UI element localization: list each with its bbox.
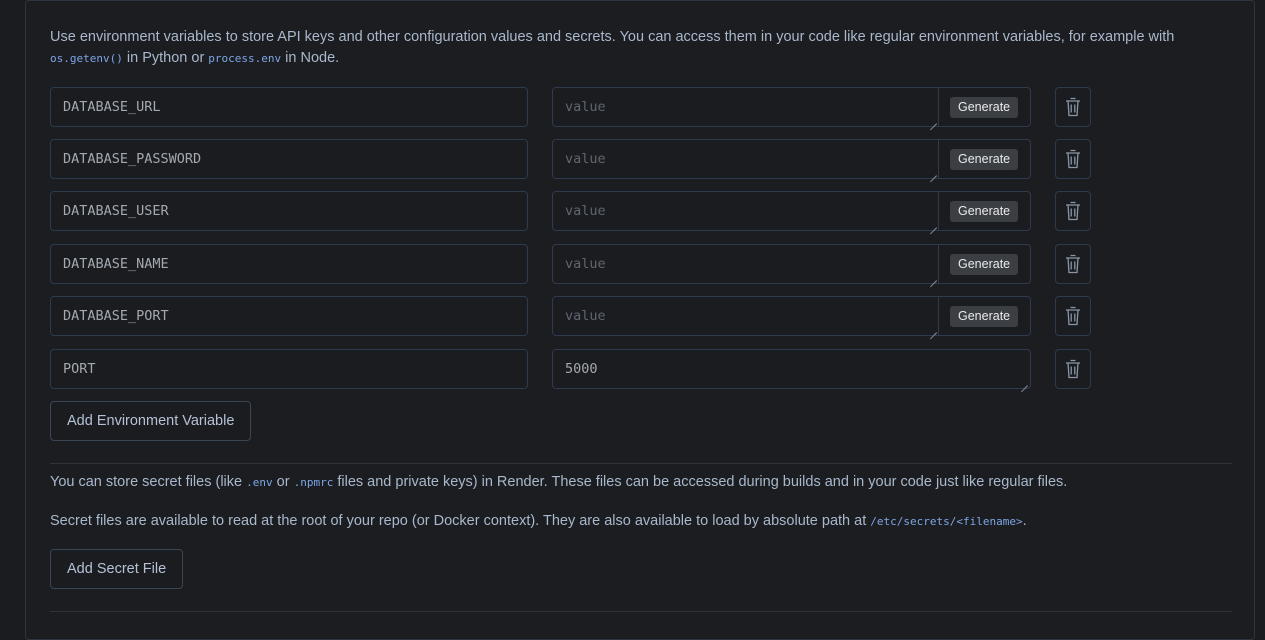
resize-handle-icon[interactable]: [930, 274, 937, 281]
env-key-input[interactable]: [50, 139, 528, 179]
env-value-input[interactable]: [553, 350, 1030, 388]
env-key-input[interactable]: [50, 296, 528, 336]
resize-handle-icon[interactable]: [930, 169, 937, 176]
env-value-field: Generate: [552, 244, 1031, 284]
code-npmrc: .npmrc: [293, 476, 334, 489]
secret-text: You can store secret files (like: [50, 474, 247, 490]
env-value-input[interactable]: [553, 297, 939, 335]
env-key-input[interactable]: [50, 349, 528, 389]
delete-env-var-button[interactable]: [1055, 87, 1091, 127]
resize-handle-icon[interactable]: [930, 326, 937, 333]
delete-env-var-button[interactable]: [1055, 244, 1091, 284]
add-secret-file-button[interactable]: Add Secret File: [50, 549, 184, 589]
generate-button[interactable]: Generate: [950, 97, 1019, 118]
env-value-field: [552, 349, 1031, 389]
intro-text: in Node.: [281, 50, 340, 66]
env-value-input[interactable]: [553, 88, 939, 126]
delete-env-var-button[interactable]: [1055, 139, 1091, 179]
env-var-row: [50, 349, 1095, 389]
generate-button[interactable]: Generate: [950, 149, 1019, 170]
env-key-input[interactable]: [50, 191, 528, 231]
env-key-input[interactable]: [50, 244, 528, 284]
delete-env-var-button[interactable]: [1055, 349, 1091, 389]
resize-handle-icon[interactable]: [1021, 379, 1028, 386]
divider: [50, 463, 1232, 464]
resize-handle-icon[interactable]: [930, 221, 937, 228]
resize-handle-icon[interactable]: [930, 117, 937, 124]
trash-icon: [1066, 97, 1080, 117]
secret-files-path-description: Secret files are available to read at th…: [50, 511, 1240, 532]
env-value-field: Generate: [552, 296, 1031, 336]
add-environment-variable-button[interactable]: Add Environment Variable: [50, 401, 252, 441]
code-os-getenv: os.getenv(): [50, 52, 123, 65]
env-var-row: Generate: [50, 87, 1095, 127]
env-value-input[interactable]: [553, 140, 939, 178]
env-key-input[interactable]: [50, 87, 528, 127]
generate-button[interactable]: Generate: [950, 306, 1019, 327]
generate-button[interactable]: Generate: [950, 254, 1019, 275]
env-var-row: Generate: [50, 244, 1095, 284]
trash-icon: [1066, 254, 1080, 274]
intro-text: Use environment variables to store API k…: [50, 29, 1175, 45]
secret-text: or: [272, 474, 294, 490]
env-value-field: Generate: [552, 87, 1031, 127]
generate-button[interactable]: Generate: [950, 201, 1019, 222]
env-var-row: Generate: [50, 296, 1095, 336]
code-secrets-path: /etc/secrets/<filename>: [870, 515, 1023, 528]
env-value-input[interactable]: [553, 192, 939, 230]
env-intro-text: Use environment variables to store API k…: [50, 27, 1220, 69]
delete-env-var-button[interactable]: [1055, 296, 1091, 336]
code-process-env: process.env: [208, 52, 282, 65]
secret-text: .: [1022, 513, 1027, 529]
env-value-field: Generate: [552, 139, 1031, 179]
trash-icon: [1066, 201, 1080, 221]
secret-text: Secret files are available to read at th…: [50, 513, 871, 529]
delete-env-var-button[interactable]: [1055, 191, 1091, 231]
env-value-field: Generate: [552, 191, 1031, 231]
intro-text: in Python or: [122, 50, 209, 66]
secret-files-description: You can store secret files (like .env or…: [50, 472, 1240, 493]
trash-icon: [1066, 149, 1080, 169]
trash-icon: [1066, 359, 1080, 379]
env-value-input[interactable]: [553, 245, 939, 283]
env-var-row: Generate: [50, 191, 1095, 231]
secret-text: files and private keys) in Render. These…: [333, 474, 1068, 490]
env-var-row: Generate: [50, 139, 1095, 179]
trash-icon: [1066, 306, 1080, 326]
code-env: .env: [246, 476, 273, 489]
divider: [50, 611, 1232, 612]
